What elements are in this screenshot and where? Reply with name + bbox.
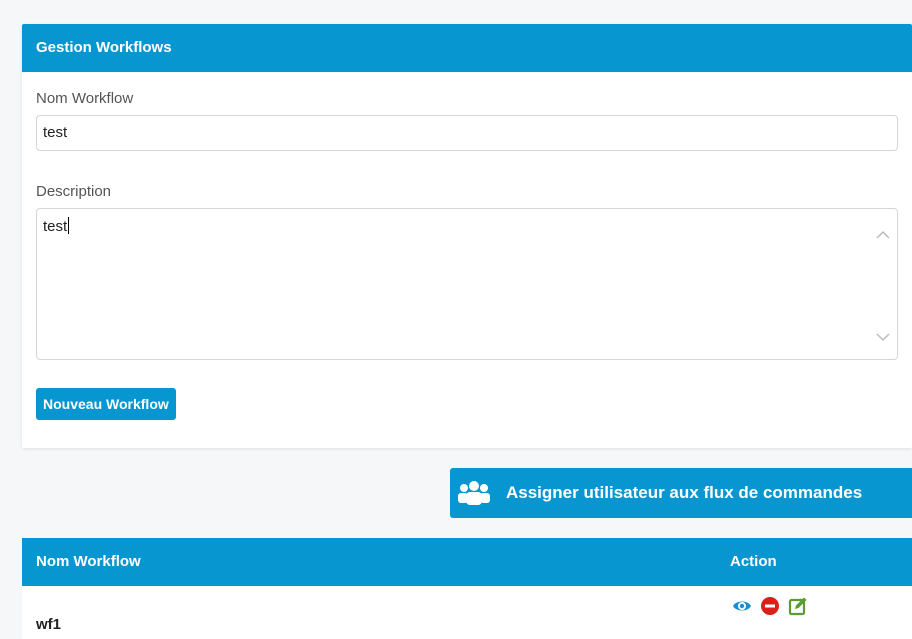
scroll-up-icon[interactable] bbox=[875, 227, 891, 243]
column-header-name: Nom Workflow bbox=[36, 553, 141, 570]
workflow-name-value: test bbox=[43, 124, 68, 141]
column-header-action: Action bbox=[730, 553, 777, 570]
workflow-name-input[interactable]: test bbox=[36, 115, 898, 151]
name-label: Nom Workflow bbox=[36, 90, 134, 107]
row-actions bbox=[732, 596, 808, 616]
eye-icon[interactable] bbox=[732, 596, 752, 616]
edit-icon[interactable] bbox=[788, 596, 808, 616]
panel-title: Gestion Workflows bbox=[22, 24, 912, 72]
new-workflow-button[interactable]: Nouveau Workflow bbox=[36, 388, 176, 420]
workflow-name-cell: wf1 bbox=[36, 616, 62, 633]
assign-user-label: Assigner utilisateur aux flux de command… bbox=[506, 483, 863, 502]
table-header: Nom Workflow Action bbox=[22, 538, 912, 586]
delete-icon[interactable] bbox=[760, 596, 780, 616]
scroll-down-icon[interactable] bbox=[875, 329, 891, 345]
workflow-form-panel: Gestion Workflows Nom Workflow test Desc… bbox=[22, 24, 912, 448]
workflow-table: Nom Workflow Action wf1 bbox=[22, 538, 912, 639]
description-label: Description bbox=[36, 183, 112, 200]
table-row: wf1 bbox=[22, 586, 912, 639]
assign-user-button[interactable]: Assigner utilisateur aux flux de command… bbox=[450, 468, 912, 518]
description-value: test bbox=[43, 218, 68, 235]
users-icon bbox=[458, 481, 490, 505]
description-textarea[interactable]: test bbox=[36, 208, 898, 360]
text-caret bbox=[68, 217, 70, 234]
